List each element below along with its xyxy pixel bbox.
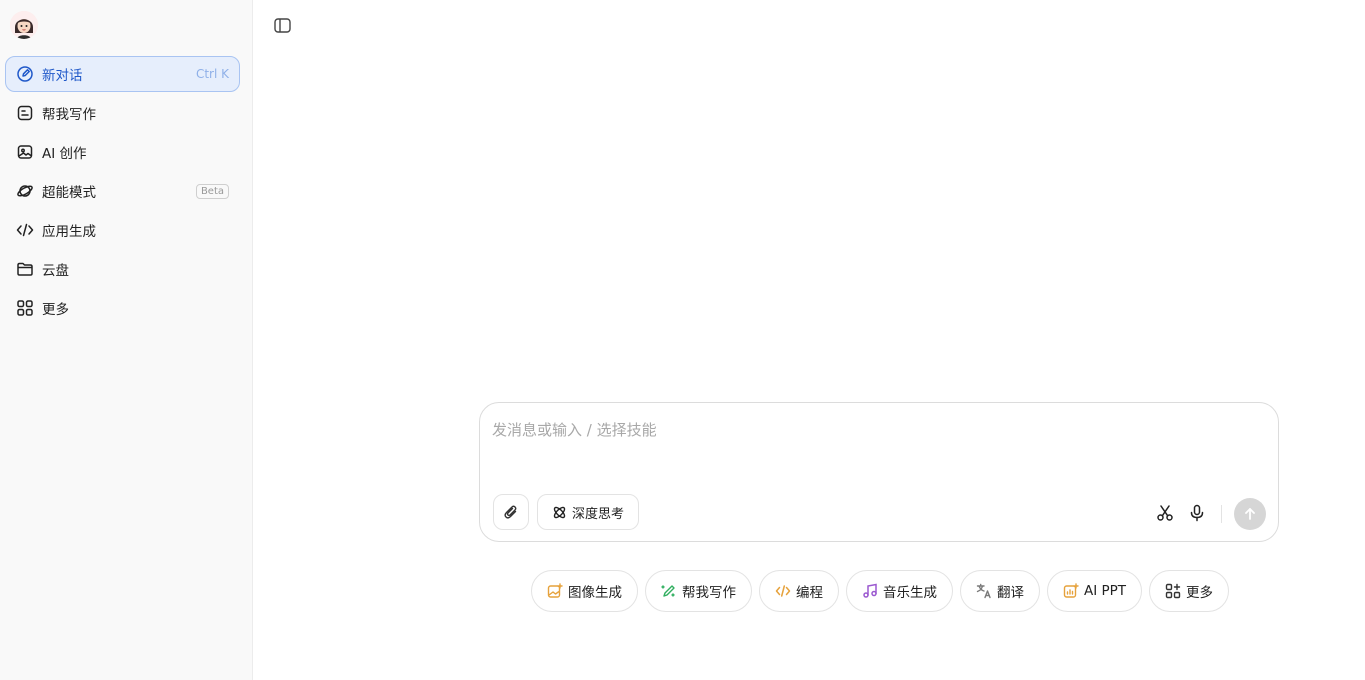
sidebar-toggle-icon	[273, 17, 291, 33]
deep-think-label: 深度思考	[571, 506, 624, 522]
sidebar-item-label: 云盘	[42, 263, 69, 279]
skill-translate[interactable]: 翻译	[960, 570, 1040, 612]
paperclip-icon	[504, 505, 517, 519]
music-icon	[863, 583, 877, 598]
sidebar-item-app-gen[interactable]: 应用生成	[5, 212, 240, 248]
sidebar: 新对话 Ctrl K 帮我写作 AI 创作 超能模式 Beta 应用生成 云盘 …	[0, 0, 253, 680]
microphone-icon	[1190, 504, 1204, 522]
app-root: 新对话 Ctrl K 帮我写作 AI 创作 超能模式 Beta 应用生成 云盘 …	[0, 0, 1365, 680]
skill-label: AI PPT	[1084, 583, 1127, 599]
sidebar-item-label: 更多	[42, 302, 69, 318]
chat-composer: 发消息或输入 / 选择技能 深度思考	[479, 402, 1279, 542]
sidebar-item-ai-create[interactable]: AI 创作	[5, 134, 240, 170]
translate-icon	[976, 583, 991, 599]
screenshot-button[interactable]	[1156, 504, 1174, 522]
image-gen-icon	[547, 583, 563, 598]
scissors-icon	[1157, 505, 1173, 521]
atom-icon	[553, 506, 566, 518]
sidebar-item-label: 应用生成	[42, 224, 96, 240]
skill-label: 翻译	[997, 585, 1024, 601]
sidebar-item-cloud[interactable]: 云盘	[5, 251, 240, 287]
message-input[interactable]: 发消息或输入 / 选择技能	[492, 419, 657, 440]
sidebar-item-write[interactable]: 帮我写作	[5, 95, 240, 131]
sidebar-item-super-mode[interactable]: 超能模式 Beta	[5, 173, 240, 209]
sidebar-nav: 新对话 Ctrl K 帮我写作 AI 创作 超能模式 Beta 应用生成 云盘 …	[5, 56, 240, 329]
write-icon	[16, 104, 34, 122]
avatar-image	[10, 11, 38, 39]
more-grid-icon	[1165, 583, 1181, 599]
ppt-icon	[1063, 583, 1079, 598]
code-icon	[775, 585, 791, 597]
image-icon	[16, 143, 34, 161]
planet-icon	[16, 182, 34, 200]
skill-label: 帮我写作	[682, 585, 736, 601]
skill-label: 编程	[796, 585, 823, 601]
voice-input-button[interactable]	[1188, 504, 1206, 522]
arrow-up-icon	[1245, 508, 1255, 520]
skill-label: 更多	[1186, 585, 1214, 601]
code-icon	[16, 221, 34, 239]
attach-button[interactable]	[493, 494, 529, 530]
sidebar-item-label: AI 创作	[42, 146, 87, 162]
avatar[interactable]	[10, 11, 38, 39]
toolbar-divider	[1221, 505, 1222, 523]
edit-icon	[16, 65, 34, 83]
skill-label: 音乐生成	[883, 585, 937, 601]
skill-coding[interactable]: 编程	[759, 570, 839, 612]
sidebar-toggle-button[interactable]	[272, 16, 292, 34]
skill-label: 图像生成	[568, 585, 622, 601]
skill-chips: 图像生成 帮我写作 编程 音乐生成 翻译 AI PPT 更多	[531, 570, 1230, 612]
skill-write[interactable]: 帮我写作	[645, 570, 752, 612]
folder-icon	[16, 260, 34, 278]
pen-icon	[661, 585, 675, 597]
skill-image-gen[interactable]: 图像生成	[531, 570, 638, 612]
sidebar-item-label: 新对话	[42, 68, 83, 84]
grid-icon	[16, 299, 34, 317]
skill-music[interactable]: 音乐生成	[846, 570, 953, 612]
sidebar-item-label: 帮我写作	[42, 107, 96, 123]
send-button[interactable]	[1234, 498, 1266, 530]
deep-think-button[interactable]: 深度思考	[537, 494, 639, 530]
sidebar-item-label: 超能模式	[42, 185, 96, 201]
shortcut-hint: Ctrl K	[195, 67, 229, 81]
sidebar-item-more[interactable]: 更多	[5, 290, 240, 326]
skill-ai-ppt[interactable]: AI PPT	[1047, 570, 1143, 612]
sidebar-item-new-chat[interactable]: 新对话 Ctrl K	[5, 56, 240, 92]
skill-more[interactable]: 更多	[1149, 570, 1230, 612]
beta-badge: Beta	[195, 183, 229, 199]
